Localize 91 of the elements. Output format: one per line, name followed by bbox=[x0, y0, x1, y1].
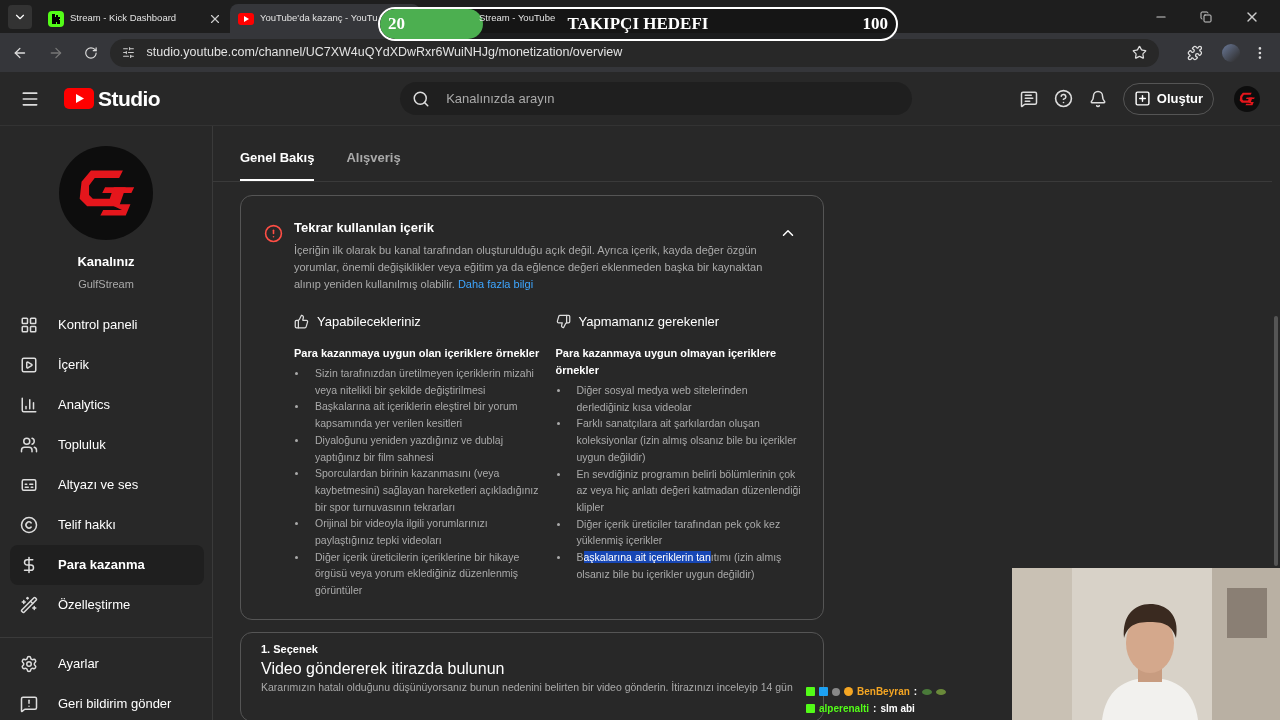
notifications-icon[interactable] bbox=[1088, 89, 1107, 108]
play-square-icon bbox=[20, 356, 38, 374]
bookmark-star-icon[interactable] bbox=[1131, 45, 1147, 60]
bullet-icon bbox=[295, 522, 298, 526]
messages-icon[interactable] bbox=[1019, 89, 1038, 108]
alert-icon bbox=[264, 224, 283, 243]
bullet-icon bbox=[556, 389, 560, 392]
chat-separator: : bbox=[873, 702, 877, 716]
column-subheading: Para kazanmaya uygun olan içeriklere örnekler bbox=[294, 346, 540, 361]
bullet-icon bbox=[556, 522, 560, 526]
address-field[interactable]: studio.youtube.com/channel/UC7XW4uQYdXDwRxr6WuiNHJg/monetization/overview bbox=[109, 38, 1159, 67]
sidebar-item[interactable]: Analytics bbox=[10, 385, 204, 425]
bullet-icon bbox=[295, 438, 298, 442]
create-icon bbox=[1133, 90, 1151, 107]
chat-username: BenBeyran bbox=[857, 685, 910, 699]
search-input[interactable]: Kanalınızda arayın bbox=[446, 88, 901, 109]
dashboard-grid-icon bbox=[20, 316, 38, 334]
bullet-icon bbox=[295, 472, 298, 476]
help-icon[interactable] bbox=[1053, 89, 1073, 108]
page-tab[interactable]: Genel Bakış bbox=[240, 147, 315, 181]
search-field[interactable]: Kanalınızda arayın bbox=[400, 82, 913, 115]
feedback-icon bbox=[20, 695, 38, 713]
list-item-text: Orijinal bir videoyla ilgili yorumlarınızı paylaştığınız tepki videoları bbox=[315, 516, 489, 549]
bullet-icon bbox=[295, 372, 298, 375]
settings-icon bbox=[20, 655, 38, 673]
channel-logo-icon bbox=[59, 146, 153, 240]
goal-title: TAKIPÇI HEDEFI bbox=[567, 13, 709, 36]
youtube-logo-icon bbox=[238, 12, 254, 25]
reload-icon[interactable] bbox=[83, 45, 98, 60]
sidebar-item[interactable]: Ayarlar bbox=[10, 644, 212, 684]
studio-logo[interactable]: Studio bbox=[64, 82, 161, 115]
captions-icon bbox=[20, 476, 38, 494]
column-heading: Yapmamanız gerekenler bbox=[578, 312, 720, 331]
emote-icon bbox=[921, 687, 948, 696]
people-icon bbox=[20, 436, 38, 454]
sidebar-item[interactable]: Geri bildirim gönder bbox=[10, 684, 212, 720]
bullet-icon bbox=[556, 472, 560, 476]
bar-chart-icon bbox=[20, 396, 38, 414]
bullet-icon bbox=[556, 422, 560, 426]
list-item-text: Diğer sosyal medya web sitelerinden derlediğiniz kısa videolar bbox=[576, 383, 749, 415]
option-title: Video göndererek itirazda bulunun bbox=[261, 658, 506, 679]
bullet-icon bbox=[295, 555, 298, 559]
column-heading: Yapabilecekleriniz bbox=[317, 312, 421, 331]
sidebar-item[interactable]: İçerik bbox=[10, 345, 204, 385]
extensions-icon[interactable] bbox=[1186, 44, 1203, 61]
youtube-logo-icon bbox=[64, 88, 94, 109]
sidebar-item[interactable]: Kontrol paneli bbox=[10, 305, 204, 345]
sidebar-item[interactable]: Özelleştirme bbox=[10, 585, 204, 625]
chat-message: slm abi bbox=[880, 702, 915, 716]
notice-title: Tekrar kullanılan içerik bbox=[294, 219, 434, 237]
tab-list-button[interactable] bbox=[8, 4, 32, 29]
channel-name: GulfStream bbox=[78, 276, 134, 292]
scrollbar[interactable] bbox=[1274, 316, 1278, 566]
restore-icon[interactable] bbox=[1200, 10, 1212, 23]
copyright-icon bbox=[20, 516, 38, 534]
option-body: Kararımızın hatalı olduğunu düşünüyorsanız bunun nedenini belirten bir video gönderin. İtirazınızı inceleyip 14 gün bbox=[261, 680, 794, 694]
page-tab[interactable]: Alışveriş bbox=[346, 147, 401, 181]
tab-title: Stream - Kick Dashboard bbox=[70, 11, 177, 26]
learn-more-link[interactable]: Daha fazla bilgi bbox=[457, 277, 534, 290]
search-icon bbox=[412, 89, 431, 108]
list-item-text: Farklı sanatçılara ait şarkılardan oluşan koleksiyonlar (izin almış olsanız bile bu içerikler uygun değildir) bbox=[576, 416, 798, 465]
magic-wand-icon bbox=[20, 596, 38, 614]
list-item-text: Diğer içerik üreticilerin içeriklerine bir hikaye örgüsü veya yorum eklediğiniz düzenlenmiş görüntüler bbox=[315, 549, 521, 599]
channel-label: Kanalınız bbox=[77, 253, 135, 271]
goal-current: 20 bbox=[388, 13, 405, 36]
bullet-icon bbox=[556, 556, 560, 560]
list-item-text: Başkalarına ait içeriklerin eleştirel bir yorum kapsamında yer verilen kesitleri bbox=[315, 399, 519, 432]
goal-target: 100 bbox=[862, 13, 888, 36]
site-info-icon[interactable] bbox=[121, 46, 135, 59]
chat-separator: : bbox=[913, 685, 918, 699]
thumbs-down-icon bbox=[555, 313, 571, 329]
channel-logo-icon bbox=[1234, 85, 1260, 112]
notice-body: İçeriğin ilk olarak bu kanal tarafından oluşturulduğu açık değil. Ayrıca içerik, kayda değer özgün yorumlar, önemli değişiklikler veya eğitim ya da eğlence değeri eklenmeden başka bir kaynaktan alınıp yeniden kullanılmış olabilir. Daha fazla bilgi bbox=[294, 242, 764, 292]
sidebar-item[interactable]: Telif hakkı bbox=[10, 505, 204, 545]
studio-logo-text: Studio bbox=[98, 85, 161, 112]
kick-logo-icon bbox=[48, 10, 64, 27]
list-item-text: En sevdiğiniz programın belirli bölümlerinin çok az veya hiç anlatı değeri katmadan düzenlendiği klipler bbox=[576, 466, 801, 515]
list-item-text: Diyaloğunu yeniden yazdığınız ve dublaj yaptığınız bir film sahnesi bbox=[315, 432, 504, 465]
bullet-icon bbox=[295, 405, 298, 409]
option-label: 1. Seçenek bbox=[261, 642, 319, 656]
column-subheading: Para kazanmaya uygun olmayan içeriklere örnekler bbox=[555, 346, 778, 378]
browser-tab[interactable]: Stream - Kick Dashboard bbox=[40, 4, 230, 33]
sidebar-item[interactable]: Altyazı ve ses bbox=[10, 465, 204, 505]
thumbs-up-icon bbox=[294, 313, 309, 329]
list-item-text: Sporculardan birinin kazanmasını (veya kaybetmesini) sağlayan hareketleri açıkladığınız bir spor turnuvasının tekrarları bbox=[315, 466, 540, 515]
sidebar-item[interactable]: Para kazanma bbox=[10, 545, 204, 585]
tab-title: YouTube'da kazanç - YouTu bbox=[260, 11, 378, 26]
chat-username: alperenalti bbox=[819, 702, 870, 716]
url-text: studio.youtube.com/channel/UC7XW4uQYdXDwRxr6WuiNHJg/monetization/overview bbox=[146, 44, 624, 62]
list-item-text: Sizin tarafınızdan üretilmeyen içeriklerin mizahi veya nitelikli bir şekilde değiştirilmesi bbox=[315, 366, 535, 398]
sidebar-item[interactable]: Topluluk bbox=[10, 425, 204, 465]
